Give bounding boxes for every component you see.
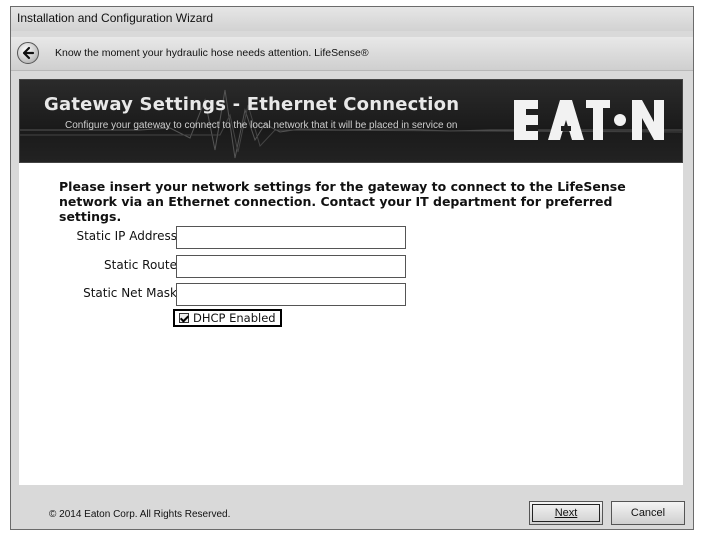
copyright-text: © 2014 Eaton Corp. All Rights Reserved. <box>49 509 231 520</box>
back-button[interactable] <box>17 42 39 64</box>
page-title: Gateway Settings - Ethernet Connection <box>44 94 460 115</box>
nav-bar: Know the moment your hydraulic hose need… <box>11 37 693 71</box>
page-subtitle: Configure your gateway to connect to the… <box>65 120 458 131</box>
checkbox-checked-icon[interactable] <box>179 313 189 323</box>
static-ip-label: Static IP Address <box>76 229 177 243</box>
content-area: Please insert your network settings for … <box>19 163 683 485</box>
static-net-mask-label: Static Net Mask <box>83 286 177 300</box>
eaton-logo <box>514 100 664 140</box>
dhcp-enabled-checkbox[interactable]: DHCP Enabled <box>173 309 282 327</box>
next-button-label: Next <box>554 507 578 519</box>
next-button[interactable]: Next <box>529 501 603 525</box>
title-bar: Installation and Configuration Wizard <box>11 7 693 31</box>
instructions-text: Please insert your network settings for … <box>59 179 626 224</box>
footer: © 2014 Eaton Corp. All Rights Reserved. … <box>19 485 685 525</box>
static-net-mask-input[interactable] <box>176 283 406 306</box>
cancel-button[interactable]: Cancel <box>611 501 685 525</box>
cancel-button-label: Cancel <box>630 507 666 519</box>
wizard-window: Installation and Configuration Wizard Kn… <box>10 6 694 530</box>
dhcp-enabled-label: DHCP Enabled <box>193 311 276 325</box>
nav-tagline: Know the moment your hydraulic hose need… <box>55 47 369 59</box>
static-route-label: Static Route <box>104 258 177 272</box>
window-title: Installation and Configuration Wizard <box>17 11 214 25</box>
header-banner: Gateway Settings - Ethernet Connection C… <box>19 79 683 163</box>
static-ip-input[interactable] <box>176 226 406 249</box>
back-arrow-icon <box>22 46 35 60</box>
static-route-input[interactable] <box>176 255 406 278</box>
